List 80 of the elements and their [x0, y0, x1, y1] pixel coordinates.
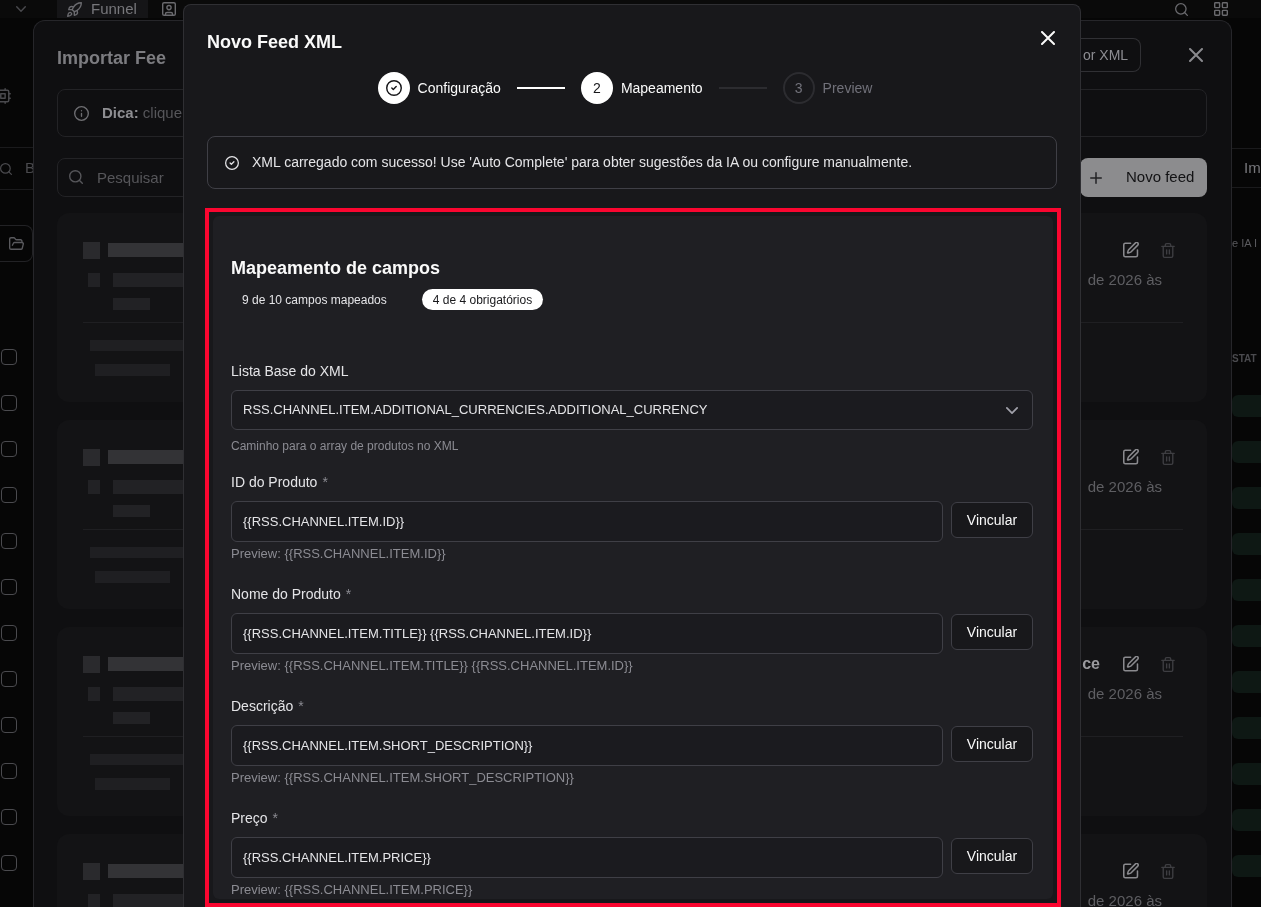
trash-icon[interactable]	[1161, 656, 1175, 672]
field-label: Lista Base do XML	[231, 362, 349, 381]
checkbox[interactable]	[1, 441, 17, 457]
trash-icon[interactable]	[1161, 863, 1175, 879]
field-label: Descrição *	[231, 697, 304, 716]
redacted-text	[83, 241, 100, 259]
preview-text: Preview: {{RSS.CHANNEL.ITEM.SHORT_DESCRIPTION}}	[231, 770, 574, 786]
checkbox[interactable]	[1, 809, 17, 825]
new-feed-button[interactable]: Novo feed	[1080, 158, 1207, 197]
checkbox[interactable]	[1, 717, 17, 733]
trash-icon[interactable]	[1161, 242, 1175, 258]
search-icon	[0, 162, 12, 175]
edit-icon[interactable]	[1123, 449, 1139, 465]
trash-icon[interactable]	[1161, 449, 1175, 465]
feed-date-text: de 2026 às	[1087, 688, 1162, 700]
hint-text: Caminho para o array de produtos no XML	[231, 438, 459, 454]
chip-icon[interactable]	[0, 88, 11, 104]
check-circle-icon	[385, 80, 402, 96]
text-input[interactable]: {{RSS.CHANNEL.ITEM.TITLE}} {{RSS.CHANNEL.ITEM.ID}}	[231, 613, 943, 654]
plus-icon	[1090, 171, 1102, 184]
preview-text: Preview: {{RSS.CHANNEL.ITEM.TITLE}} {{RSS.CHANNEL.ITEM.ID}}	[231, 658, 633, 674]
checkbox[interactable]	[1, 671, 17, 687]
search-icon	[69, 170, 83, 184]
preview-text: Preview: {{RSS.CHANNEL.ITEM.PRICE}}	[231, 882, 473, 898]
link-button[interactable]: Vincular	[951, 502, 1033, 538]
status-text: 9 de 10 campos mapeados	[241, 291, 388, 309]
link-button[interactable]: Vincular	[951, 838, 1033, 874]
tab[interactable]: Im	[1244, 156, 1261, 180]
redacted-text	[83, 862, 100, 880]
checkbox[interactable]	[1, 349, 17, 365]
link-button[interactable]: Vincular	[951, 614, 1033, 650]
body-text: e IA I	[1232, 235, 1258, 251]
alert-message: XML carregado com sucesso! Use 'Auto Complete' para obter sugestões da IA ou configure manualmente.	[252, 153, 913, 172]
search-icon[interactable]	[1175, 2, 1188, 16]
tip-text: Dica: clique	[102, 102, 183, 123]
feed-title: ce	[1082, 654, 1100, 674]
checkbox[interactable]	[1, 533, 17, 549]
info-icon	[74, 105, 89, 121]
checkbox[interactable]	[1, 855, 17, 871]
checkbox[interactable]	[1, 763, 17, 779]
step-number: 2	[580, 72, 613, 104]
contact-icon[interactable]	[162, 2, 176, 16]
preview-text: Preview: {{RSS.CHANNEL.ITEM.ID}}	[231, 546, 446, 562]
field-label: Nome do Produto *	[231, 585, 352, 604]
checkbox[interactable]	[1, 395, 17, 411]
select-field[interactable]: RSS.CHANNEL.ITEM.ADDITIONAL_CURRENCIES.ADDITIONAL_CURRENCY	[231, 390, 1033, 430]
field-label: Preço *	[231, 809, 279, 828]
chevron-down-icon	[1006, 406, 1018, 414]
text-input[interactable]: {{RSS.CHANNEL.ITEM.PRICE}}	[231, 837, 943, 878]
dialog-title: Novo Feed XML	[207, 31, 342, 54]
feed-date-text: de 2026 às	[1087, 481, 1162, 493]
step-connector	[516, 87, 565, 89]
edit-icon[interactable]	[1123, 242, 1139, 258]
feed-date-text: de 2026 às	[1087, 274, 1162, 286]
step-number: 3	[782, 72, 815, 104]
folder-icon	[8, 237, 24, 250]
field-label: ID do Produto *	[231, 473, 328, 492]
redacted-text	[83, 655, 100, 673]
rocket-icon	[67, 1, 82, 17]
step-label: Mapeamento	[620, 78, 703, 98]
chevron-down-icon[interactable]	[16, 6, 26, 12]
edit-icon[interactable]	[1123, 863, 1139, 879]
status-badge: 4 de 4 obrigatórios	[421, 289, 544, 310]
grid-icon[interactable]	[1214, 2, 1228, 16]
column-header: STAT	[1232, 351, 1257, 366]
feed-date-text: de 2026 às	[1087, 895, 1162, 907]
link-button[interactable]: Vincular	[951, 726, 1033, 762]
checkbox[interactable]	[1, 487, 17, 503]
edit-icon[interactable]	[1123, 656, 1139, 672]
redacted-text	[83, 448, 100, 466]
step-label: Preview	[822, 78, 873, 98]
text-input[interactable]: {{RSS.CHANNEL.ITEM.ID}}	[231, 501, 943, 542]
checkbox[interactable]	[1, 579, 17, 595]
text-input[interactable]: {{RSS.CHANNEL.ITEM.SHORT_DESCRIPTION}}	[231, 725, 943, 766]
section-title: Mapeamento de campos	[231, 257, 441, 280]
step-label: Configuração	[417, 78, 501, 98]
dialog-title: Importar Fee	[57, 47, 167, 70]
check-circle-icon	[225, 155, 239, 170]
checkbox[interactable]	[1, 625, 17, 641]
tab[interactable]: Funnel	[57, 0, 148, 18]
